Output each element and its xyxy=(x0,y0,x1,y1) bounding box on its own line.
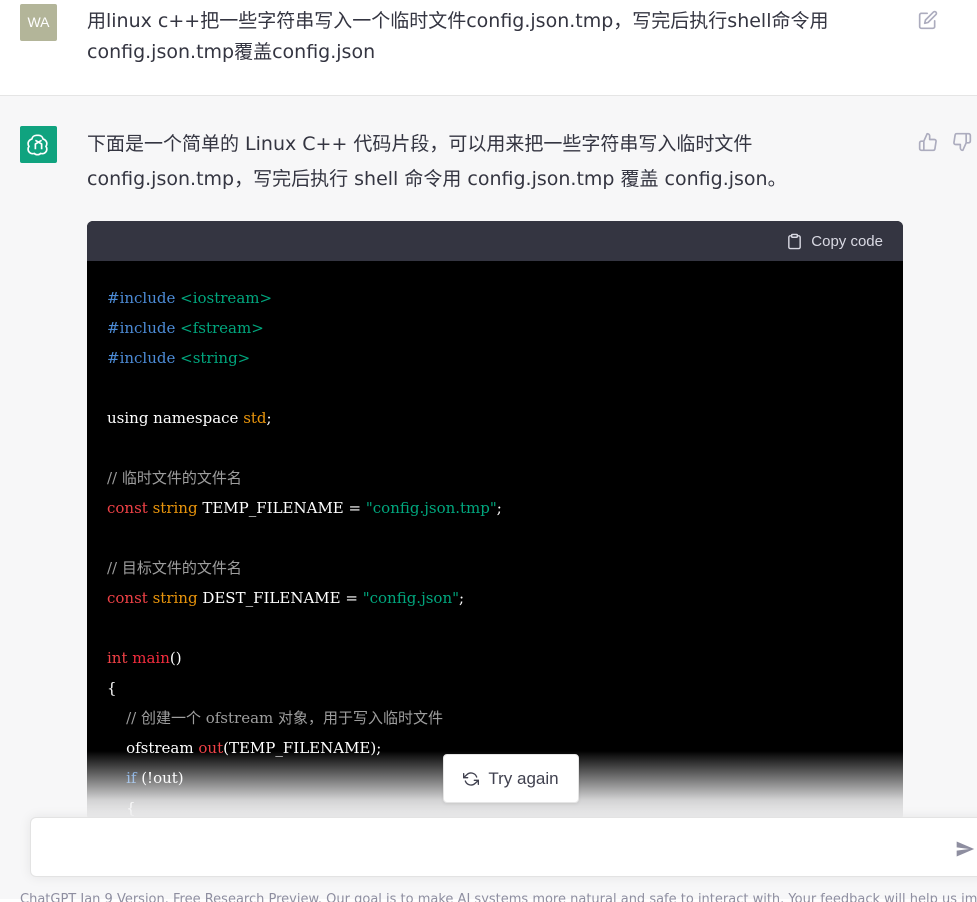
code-line: // 创建一个 ofstream 对象，用于写入临时文件 xyxy=(107,709,444,727)
code-line: const string DEST_FILENAME = "config.jso… xyxy=(107,589,465,607)
copy-code-label: Copy code xyxy=(811,232,883,250)
assistant-intro-text: 下面是一个简单的 Linux C++ 代码片段，可以用来把一些字符串写入临时文件… xyxy=(87,133,787,190)
thumbs-up-icon[interactable] xyxy=(918,132,938,152)
openai-logo-icon xyxy=(20,126,57,163)
code-line: #include <iostream> xyxy=(107,289,273,307)
user-message-row: WA 用linux c++把一些字符串写入一个临时文件config.json.t… xyxy=(0,0,977,96)
code-line: using namespace std; xyxy=(107,409,272,427)
copy-code-button[interactable]: Copy code xyxy=(786,231,883,251)
thumbs-down-icon[interactable] xyxy=(952,132,972,152)
code-line: // 目标文件的文件名 xyxy=(107,559,242,577)
assistant-message-row: 下面是一个简单的 Linux C++ 代码片段，可以用来把一些字符串写入临时文件… xyxy=(0,96,977,902)
code-line: // 临时文件的文件名 xyxy=(107,469,242,487)
code-line: const string TEMP_FILENAME = "config.jso… xyxy=(107,499,502,517)
code-block-header: Copy code xyxy=(87,221,903,261)
clipboard-icon xyxy=(788,233,802,249)
message-input[interactable] xyxy=(45,834,929,864)
code-line: int main() xyxy=(107,649,182,667)
try-again-button[interactable]: Try again xyxy=(443,754,579,803)
message-input-box xyxy=(30,817,977,877)
code-content: #include <iostream> #include <fstream> #in… xyxy=(87,261,903,821)
user-message-text: 用linux c++把一些字符串写入一个临时文件config.json.tmp，… xyxy=(87,10,829,63)
code-line: #include <fstream> xyxy=(107,319,264,337)
code-line: #include <string> xyxy=(107,349,251,367)
code-line: { xyxy=(107,679,117,697)
refresh-icon xyxy=(463,771,480,786)
user-avatar: WA xyxy=(20,4,57,41)
edit-icon[interactable] xyxy=(918,10,938,30)
footer-disclaimer: ChatGPT Jan 9 Version. Free Research Pre… xyxy=(20,892,977,902)
try-again-label: Try again xyxy=(488,768,559,788)
send-icon[interactable] xyxy=(955,839,975,859)
code-block: Copy code #include <iostream> #include <f… xyxy=(87,221,903,821)
